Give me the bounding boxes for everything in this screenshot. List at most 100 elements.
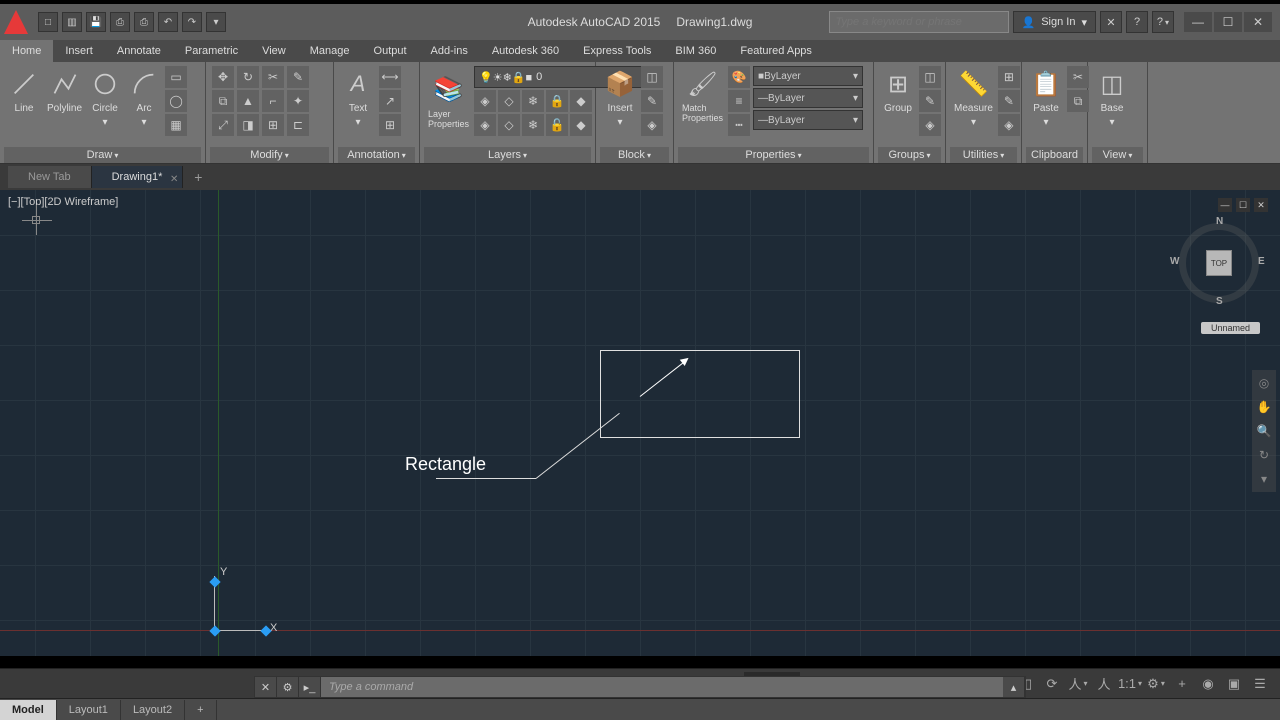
matchprops-button[interactable]: 🖌Match Properties <box>680 66 725 125</box>
search-input[interactable] <box>829 11 1009 33</box>
layeriso-icon[interactable]: ◈ <box>474 90 496 112</box>
panel-draw[interactable]: Draw <box>4 147 201 163</box>
layerfrz-icon[interactable]: ❄ <box>522 90 544 112</box>
tab-featuredapps[interactable]: Featured Apps <box>728 40 824 62</box>
erase-icon[interactable]: ✎ <box>287 66 309 88</box>
color-icon[interactable]: 🎨 <box>728 66 750 88</box>
tab-view[interactable]: View <box>250 40 298 62</box>
wheel-icon[interactable]: ◎ <box>1255 374 1273 392</box>
panel-groups[interactable]: Groups <box>878 147 941 163</box>
cmd-close-icon[interactable]: ✕ <box>255 677 277 697</box>
undo-icon[interactable]: ↶ <box>158 12 178 32</box>
annovis-icon[interactable]: 人 <box>1092 672 1116 696</box>
exchange-icon[interactable]: ✕ <box>1100 11 1122 33</box>
layout-tab-layout2[interactable]: Layout2 <box>121 700 185 720</box>
layerlock-icon[interactable]: 🔒 <box>546 90 568 112</box>
panel-properties[interactable]: Properties <box>678 147 869 163</box>
layermch-icon[interactable]: ◆ <box>570 90 592 112</box>
scale-button[interactable]: 1:1 <box>1118 672 1142 696</box>
group-button[interactable]: ⊞Group <box>880 66 916 116</box>
vp-max-icon[interactable]: ☐ <box>1236 198 1250 212</box>
tab-insert[interactable]: Insert <box>53 40 105 62</box>
drawing-canvas[interactable]: for(let i=0;i<30;i++)document.write('<di… <box>0 190 1280 656</box>
tab-expresstools[interactable]: Express Tools <box>571 40 663 62</box>
add-tab-button[interactable]: + <box>187 166 209 188</box>
panel-annotation[interactable]: Annotation <box>338 147 415 163</box>
l2-icon[interactable]: ◇ <box>498 114 520 136</box>
point-icon[interactable]: ✎ <box>998 90 1020 112</box>
fillet-icon[interactable]: ⌐ <box>262 90 284 112</box>
rotate-icon[interactable]: ↻ <box>237 66 259 88</box>
file-tab-drawing1[interactable]: Drawing1*✕ <box>92 166 184 188</box>
groupbb-icon[interactable]: ◈ <box>919 114 941 136</box>
edit-icon[interactable]: ✎ <box>641 90 663 112</box>
cut-icon[interactable]: ✂ <box>1067 66 1089 88</box>
viewcube-top[interactable]: TOP <box>1206 250 1232 276</box>
l1-icon[interactable]: ◈ <box>474 114 496 136</box>
new-icon[interactable]: □ <box>38 12 58 32</box>
command-input[interactable]: Type a command <box>321 677 1003 697</box>
panel-modify[interactable]: Modify <box>210 147 329 163</box>
hatch-icon[interactable]: ▦ <box>165 114 187 136</box>
circle-button[interactable]: Circle▾ <box>87 66 123 130</box>
app-logo-icon[interactable] <box>4 10 28 34</box>
maximize-button[interactable]: ☐ <box>1214 12 1242 32</box>
calc-icon[interactable]: ⊞ <box>998 66 1020 88</box>
tab-autodesk360[interactable]: Autodesk 360 <box>480 40 571 62</box>
cmd-prompt-icon[interactable]: ▸_ <box>299 677 321 697</box>
tab-bim360[interactable]: BIM 360 <box>663 40 728 62</box>
tab-addins[interactable]: Add-ins <box>419 40 480 62</box>
paste-button[interactable]: 📋Paste▾ <box>1028 66 1064 130</box>
layeroff-icon[interactable]: ◇ <box>498 90 520 112</box>
cmd-cust-icon[interactable]: ⚙ <box>277 677 299 697</box>
lweight-icon[interactable]: ≡ <box>728 90 750 112</box>
open-icon[interactable]: ▥ <box>62 12 82 32</box>
close-button[interactable]: ✕ <box>1244 12 1272 32</box>
qat-more-icon[interactable]: ▾ <box>206 12 226 32</box>
offset-icon[interactable]: ⊏ <box>287 114 309 136</box>
help-icon[interactable]: ? <box>1152 11 1174 33</box>
file-tab-newtab[interactable]: New Tab <box>8 166 92 188</box>
lweight-combo[interactable]: — ByLayer▾ <box>753 88 863 108</box>
layout-tab-model[interactable]: Model <box>0 700 57 720</box>
plus-icon[interactable]: + <box>1170 672 1194 696</box>
scale-icon[interactable]: ◨ <box>237 114 259 136</box>
pan-icon[interactable]: ✋ <box>1255 398 1273 416</box>
move-icon[interactable]: ✥ <box>212 66 234 88</box>
close-tab-icon[interactable]: ✕ <box>170 169 178 191</box>
measure-button[interactable]: 📏Measure▾ <box>952 66 995 130</box>
isolate-icon[interactable]: ◉ <box>1196 672 1220 696</box>
showm-icon[interactable]: ▾ <box>1255 470 1273 488</box>
l3-icon[interactable]: ❄ <box>522 114 544 136</box>
stretch-icon[interactable]: ⤢ <box>212 114 234 136</box>
rectangle-shape[interactable] <box>600 350 800 438</box>
groupedit-icon[interactable]: ✎ <box>919 90 941 112</box>
insert-button[interactable]: 📦Insert▾ <box>602 66 638 130</box>
color-combo[interactable]: ■ ByLayer▾ <box>753 66 863 86</box>
l4-icon[interactable]: 🔓 <box>546 114 568 136</box>
text-button[interactable]: AText▾ <box>340 66 376 130</box>
hwacc-icon[interactable]: ▣ <box>1222 672 1246 696</box>
plot-icon[interactable]: ⎙ <box>134 12 154 32</box>
table-icon[interactable]: ⊞ <box>379 114 401 136</box>
ungroup-icon[interactable]: ◫ <box>919 66 941 88</box>
layout-tab-layout1[interactable]: Layout1 <box>57 700 121 720</box>
viewcube-ucs-label[interactable]: Unnamed <box>1201 322 1260 334</box>
dimension-icon[interactable]: ⟷ <box>379 66 401 88</box>
gear-icon[interactable]: ⚙ <box>1144 672 1168 696</box>
tab-output[interactable]: Output <box>362 40 419 62</box>
cycling-icon[interactable]: ⟳ <box>1040 672 1064 696</box>
explode-icon[interactable]: ✦ <box>287 90 309 112</box>
zoom-icon[interactable]: 🔍 <box>1255 422 1273 440</box>
add-layout-button[interactable]: + <box>185 700 216 720</box>
viewport-label[interactable]: [−][Top][2D Wireframe] <box>8 196 118 208</box>
trim-icon[interactable]: ✂ <box>262 66 284 88</box>
line-button[interactable]: Line <box>6 66 42 116</box>
panel-view[interactable]: View <box>1092 147 1143 163</box>
layerprops-button[interactable]: 📚Layer Properties <box>426 72 471 131</box>
rectangle-icon[interactable]: ▭ <box>165 66 187 88</box>
tab-manage[interactable]: Manage <box>298 40 362 62</box>
copy-icon[interactable]: ⧉ <box>212 90 234 112</box>
saveas-icon[interactable]: ⎙ <box>110 12 130 32</box>
annoscale-icon[interactable]: 人 <box>1066 672 1090 696</box>
